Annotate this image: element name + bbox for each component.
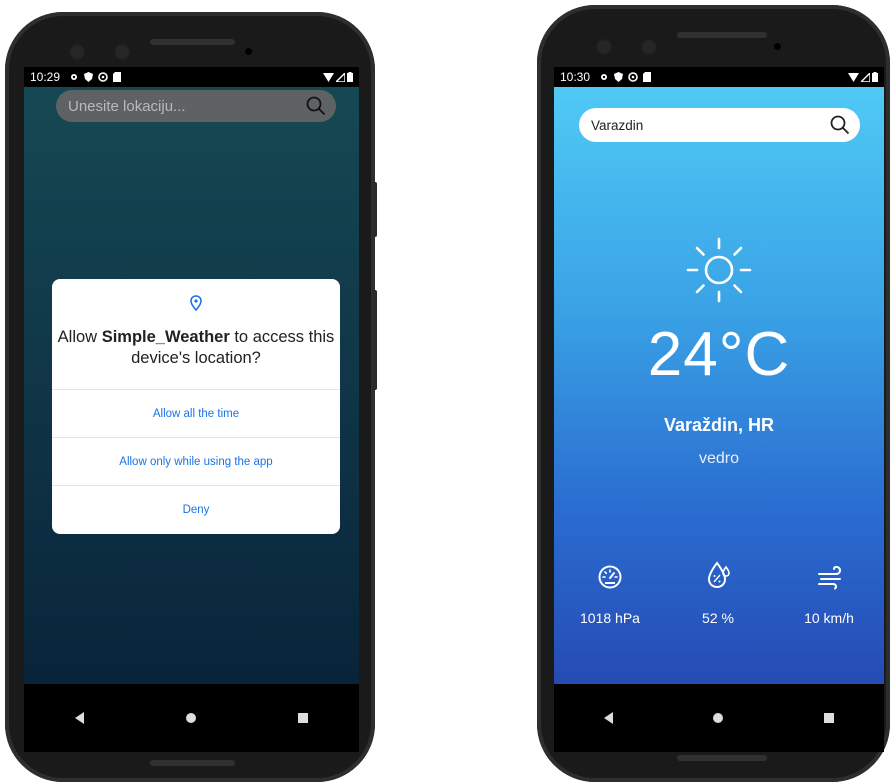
allow-all-the-time-button[interactable]: Allow all the time (52, 389, 340, 438)
search-input[interactable]: Unesite lokaciju... (56, 90, 336, 122)
back-button[interactable] (75, 712, 84, 724)
humidity-icon (707, 561, 730, 589)
front-sensor-icon (115, 45, 129, 59)
proximity-sensor-icon (774, 43, 781, 50)
settings-icon (71, 74, 78, 80)
volume-button (373, 290, 377, 390)
shield-icon (614, 72, 624, 82)
status-bar: 10:29 (24, 67, 359, 87)
sun-icon (686, 237, 752, 303)
search-input[interactable]: Varazdin (579, 108, 860, 142)
back-button[interactable] (604, 712, 614, 724)
shield-icon (84, 72, 94, 82)
city-name: Varaždin, HR (663, 415, 775, 435)
pressure-gauge-icon (598, 565, 622, 589)
data-saver-icon (98, 72, 108, 82)
wifi-icon (848, 72, 859, 82)
navigation-bar (554, 684, 884, 752)
search-placeholder: Unesite lokaciju... (68, 97, 186, 115)
search-icon[interactable] (830, 115, 850, 135)
dialog-question: Allow Simple_Weather to access this devi… (57, 328, 335, 367)
power-button (373, 182, 377, 237)
app-name: Simple_Weather (101, 328, 230, 346)
front-camera-icon (70, 45, 84, 59)
left-phone-frame: 10:29 Unesite lokaciju... Allow Simple_W… (5, 12, 375, 782)
home-button[interactable] (713, 713, 724, 723)
wifi-icon (323, 72, 334, 82)
earpiece-speaker (150, 39, 235, 45)
right-screen: 10:30 Varazdin 24°C Varaždin, HR vedro 1… (554, 67, 884, 752)
search-icon[interactable] (306, 96, 326, 116)
navigation-bar (24, 684, 359, 752)
earpiece-speaker (677, 32, 767, 38)
status-time: 10:29 (30, 70, 61, 84)
signal-icon (861, 72, 870, 82)
recents-button[interactable] (298, 713, 308, 723)
right-phone-frame: 10:30 Varazdin 24°C Varaždin, HR vedro 1… (537, 5, 890, 782)
recents-button[interactable] (823, 713, 834, 723)
status-time: 10:30 (560, 70, 591, 84)
allow-while-using-button[interactable]: Allow only while using the app (52, 437, 340, 486)
home-button[interactable] (186, 713, 196, 723)
location-permission-dialog: Allow Simple_Weather to access this devi… (52, 279, 340, 534)
temperature: 24°C (647, 320, 791, 389)
deny-button[interactable]: Deny (52, 485, 340, 534)
location-pin-icon (190, 295, 202, 311)
pressure-value: 1018 hPa (580, 610, 640, 626)
battery-icon (872, 72, 878, 82)
status-bar: 10:30 (554, 67, 884, 87)
proximity-sensor-icon (245, 48, 252, 55)
weather-description: vedro (698, 450, 740, 467)
wind-icon (818, 565, 841, 590)
front-camera-icon (597, 40, 611, 54)
sd-card-icon (113, 72, 122, 82)
humidity-value: 52 % (702, 610, 734, 626)
data-saver-icon (628, 72, 638, 82)
wind-value: 10 km/h (804, 610, 854, 626)
battery-icon (347, 72, 353, 82)
front-sensor-icon (642, 40, 656, 54)
bottom-speaker (677, 755, 767, 761)
sd-card-icon (643, 72, 652, 82)
settings-icon (601, 74, 608, 80)
search-value: Varazdin (591, 117, 644, 133)
bottom-speaker (150, 760, 235, 766)
left-screen: 10:29 Unesite lokaciju... Allow Simple_W… (24, 67, 359, 752)
signal-icon (336, 72, 345, 82)
